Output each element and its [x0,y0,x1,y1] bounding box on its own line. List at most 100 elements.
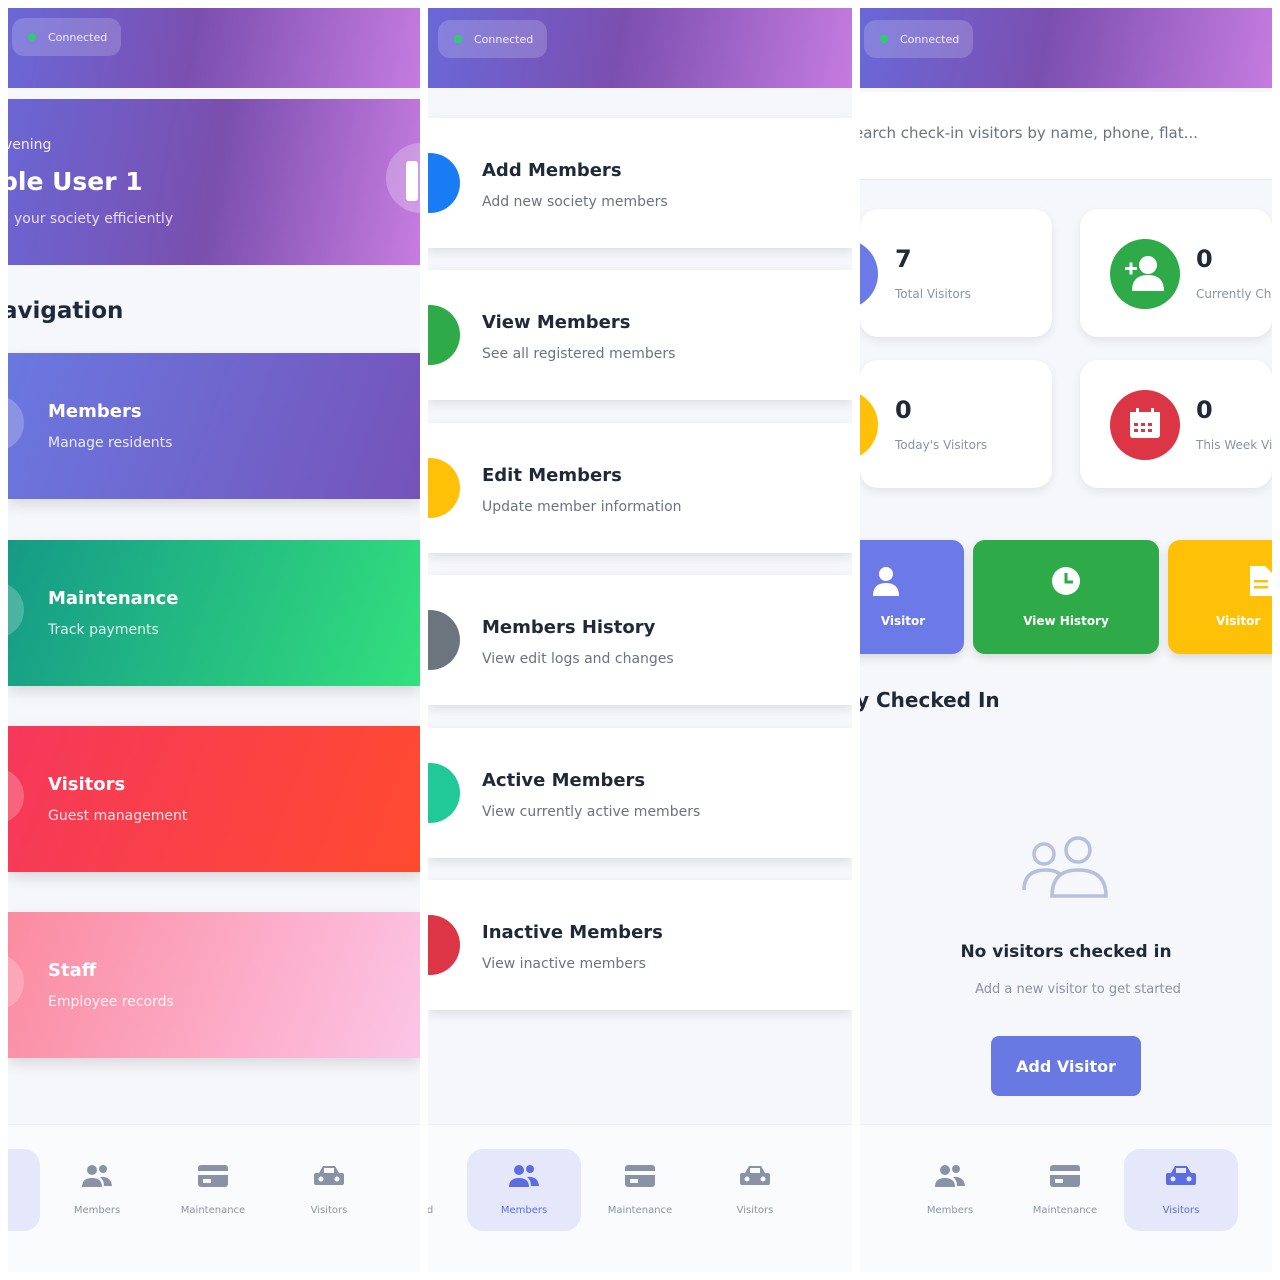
stat-value: 0 [1196,245,1213,273]
add-visitor-button[interactable]: Add Visitor [991,1036,1141,1096]
view-members-card[interactable]: View Members See all registered members [428,270,852,400]
users-outline-icon [1022,836,1108,898]
card-subtitle: View currently active members [482,804,701,820]
nav-label: Maintenance [180,1205,246,1216]
connection-status-text: Connected [48,30,108,44]
status-dot-icon [454,35,462,43]
dashboard-screen: Connected vening ple User 1 your society… [8,8,420,1272]
users-icon [82,1165,112,1187]
nav-item-maintenance[interactable]: Maintenance [583,1149,697,1231]
card-subtitle: Update member information [482,499,682,515]
clock-icon [1052,567,1080,595]
add-members-card[interactable]: Add Members Add new society members [428,118,852,248]
members-tile[interactable]: Members Manage residents [8,353,420,499]
nav-item-members[interactable]: Members [40,1149,154,1231]
user-name: ple User 1 [8,167,143,196]
stat-total-visitors: 7 Total Visitors [860,209,1052,337]
edit-members-card[interactable]: Edit Members Update member information [428,423,852,553]
visitor-search-input[interactable]: earch check-in visitors by name, phone, … [860,92,1272,180]
connection-status-text: Connected [474,32,534,46]
nav-label: Maintenance [1032,1205,1098,1216]
edit-icon [428,458,460,518]
visitors-tile-icon [8,768,24,824]
empty-state-title: No visitors checked in [960,942,1172,962]
action-label: View History [1023,614,1109,628]
inactive-members-card[interactable]: Inactive Members View inactive members [428,880,852,1010]
tile-title: Members [48,401,142,422]
nav-item-visitors[interactable]: Visitors [698,1149,812,1231]
connection-status-badge: Connected [438,20,548,58]
stat-label: Today's Visitors [895,438,988,452]
card-subtitle: See all registered members [482,346,676,362]
tile-title: Maintenance [48,588,179,609]
status-dot-icon [28,33,36,41]
stat-this-week-visitors: 0 This Week Vis [1080,360,1272,488]
nav-item-members[interactable]: Members [893,1149,1007,1231]
users-icon [428,305,460,365]
welcome-card: vening ple User 1 your society efficient… [8,99,420,265]
nav-label: d [428,1205,434,1216]
stat-label: Currently Che [1196,287,1272,301]
clock-icon [860,390,878,460]
wallet-icon [1050,1165,1080,1187]
card-title: View Members [482,312,631,333]
stat-value: 0 [1196,396,1213,424]
stat-value: 0 [895,396,912,424]
user-plus-icon [1110,239,1180,309]
nav-label: Maintenance [607,1205,673,1216]
nav-item-maintenance[interactable]: Maintenance [1008,1149,1122,1231]
tile-title: Visitors [48,774,126,795]
app-header: Connected [860,8,1272,88]
visitors-tile[interactable]: Visitors Guest management [8,726,420,872]
profile-avatar[interactable] [386,143,420,213]
welcome-tagline: your society efficiently [14,211,174,227]
view-history-action[interactable]: View History [973,540,1159,654]
app-header: Connected [8,8,420,88]
tile-subtitle: Track payments [48,622,159,638]
car-icon [740,1166,770,1185]
search-placeholder: earch check-in visitors by name, phone, … [860,124,1198,142]
card-title: Active Members [482,770,646,791]
bottom-navigation: Members Maintenance Visitors [8,1124,420,1272]
user-plus-icon [873,567,899,596]
action-label: Visitor [1216,614,1261,628]
members-history-card[interactable]: Members History View edit logs and chang… [428,575,852,705]
users-icon [860,239,878,309]
connection-status-text: Connected [900,32,960,46]
nav-item-dashboard[interactable] [8,1149,40,1231]
staff-tile-icon [8,954,24,1010]
nav-item-members[interactable]: Members [467,1149,581,1231]
screenshot-collage: Connected vening ple User 1 your society… [0,0,1280,1280]
nav-label: Visitors [736,1205,774,1216]
members-tile-icon [8,395,24,451]
maintenance-tile[interactable]: Maintenance Track payments [8,540,420,686]
car-icon [314,1166,344,1185]
add-visitor-action[interactable]: Visitor [860,540,964,654]
nav-item-visitors[interactable]: Visitors [1124,1149,1238,1231]
nav-label: Visitors [1162,1205,1200,1216]
visitor-report-action[interactable]: Visitor [1168,540,1272,654]
nav-item-maintenance[interactable]: Maintenance [156,1149,270,1231]
status-dot-icon [880,35,888,43]
building-icon [406,161,418,201]
active-members-card[interactable]: Active Members View currently active mem… [428,728,852,858]
app-header: Connected [428,8,852,88]
card-subtitle: View edit logs and changes [482,651,674,667]
calendar-icon [1110,390,1180,460]
card-title: Members History [482,617,656,638]
action-label: Visitor [880,614,926,628]
nav-item-dashboard[interactable]: d [428,1149,434,1231]
navigation-heading: avigation [8,298,124,324]
tile-subtitle: Guest management [48,808,188,824]
nav-item-visitors[interactable]: Visitors [272,1149,386,1231]
visitors-screen: Connected earch check-in visitors by nam… [860,8,1272,1272]
stat-currently-checked-in: 0 Currently Che [1080,209,1272,337]
card-subtitle: Add new society members [482,194,668,210]
stat-label: This Week Vis [1196,438,1272,452]
connection-status-badge: Connected [864,20,974,58]
tile-subtitle: Employee records [48,994,174,1010]
maintenance-tile-icon [8,582,24,638]
card-title: Edit Members [482,465,622,486]
staff-tile[interactable]: Staff Employee records [8,912,420,1058]
stat-value: 7 [895,245,912,273]
